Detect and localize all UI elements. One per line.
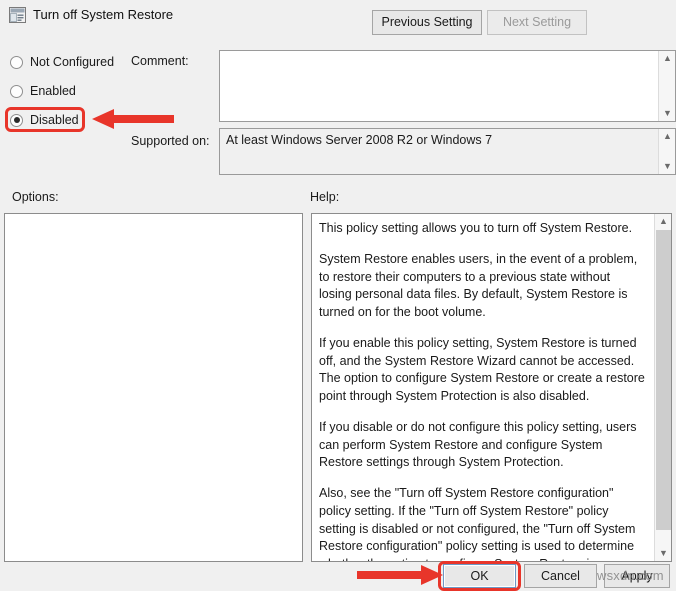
comment-input[interactable]: ▲ ▼ [219,50,676,122]
scroll-down-icon[interactable]: ▼ [655,546,671,561]
previous-setting-button[interactable]: Previous Setting [372,10,482,35]
scroll-up-icon[interactable]: ▲ [659,129,675,144]
help-paragraph: System Restore enables users, in the eve… [319,251,638,319]
radio-enabled[interactable]: Enabled [10,81,76,101]
scroll-down-icon[interactable]: ▼ [659,106,675,121]
help-paragraph: Also, see the "Turn off System Restore c… [319,486,636,561]
group-policy-setting-icon [9,7,26,23]
options-label: Options: [12,190,59,204]
radio-not-configured[interactable]: Not Configured [10,52,114,72]
comment-label: Comment: [131,54,189,68]
comment-scrollbar[interactable]: ▲ ▼ [658,51,675,121]
page-title: Turn off System Restore [33,7,174,22]
radio-mark-enabled[interactable] [10,84,23,98]
radio-mark-disabled[interactable] [10,113,23,127]
help-label: Help: [310,190,340,204]
radio-mark-not-configured[interactable] [10,55,23,69]
scroll-up-icon[interactable]: ▲ [659,51,675,66]
supported-on-value: At least Windows Server 2008 R2 or Windo… [226,133,493,147]
help-panel[interactable]: This policy setting allows you to turn o… [311,213,672,562]
help-scrollbar-thumb[interactable] [656,230,671,530]
supported-on-field: At least Windows Server 2008 R2 or Windo… [219,128,676,175]
supported-on-label: Supported on: [131,134,210,148]
options-panel[interactable] [4,213,303,562]
help-text: This policy setting allows you to turn o… [312,214,654,561]
help-scrollbar[interactable]: ▲ ▼ [654,214,671,561]
ok-button[interactable]: OK [443,564,516,588]
scroll-down-icon[interactable]: ▼ [659,159,675,174]
annotation-arrow-right-ok [357,565,443,585]
next-setting-button: Next Setting [487,10,587,35]
watermark: wsxdn.com [597,568,664,583]
cancel-button[interactable]: Cancel [524,564,597,588]
radio-disabled[interactable]: Disabled [10,110,79,130]
radio-label-enabled: Enabled [30,84,76,98]
radio-label-not-configured: Not Configured [30,55,115,69]
annotation-arrow-left-disabled [92,109,174,129]
scroll-up-icon[interactable]: ▲ [655,214,671,229]
supported-on-scrollbar[interactable]: ▲ ▼ [658,129,675,174]
radio-label-disabled: Disabled [30,113,79,127]
help-paragraph: This policy setting allows you to turn o… [319,221,633,235]
help-paragraph: If you disable or do not configure this … [319,419,637,470]
help-paragraph: If you enable this policy setting, Syste… [319,335,645,403]
